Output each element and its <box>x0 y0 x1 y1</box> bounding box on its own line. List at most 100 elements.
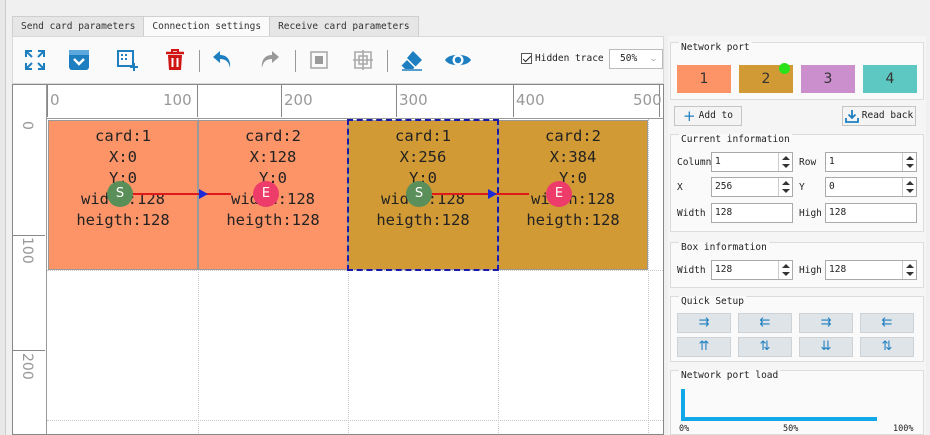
port-4-button[interactable]: 4 <box>863 65 917 93</box>
card-line: card:2 <box>245 127 301 145</box>
quick-setup-button[interactable]: ⇅ <box>860 337 914 357</box>
ruler-tick <box>13 235 45 236</box>
box-high-input[interactable]: 128 <box>825 260 917 280</box>
group-title: Current information <box>679 134 792 145</box>
quick-setup-button[interactable]: ⇅ <box>738 337 792 357</box>
redo-icon[interactable] <box>255 45 283 75</box>
end-marker[interactable]: E <box>253 181 279 207</box>
toolbar: Hidden trace 50% ⌵ <box>12 36 664 84</box>
undo-icon[interactable] <box>209 45 237 75</box>
card-line: card:2 <box>545 127 601 145</box>
fit-screen-icon[interactable] <box>21 45 49 75</box>
connection-line <box>419 193 529 195</box>
active-port-indicator-icon <box>779 63 790 74</box>
hidden-trace-checkbox[interactable]: Hidden trace <box>521 53 604 64</box>
quick-setup-group: Quick Setup ⇉ ⇇ ⇉ ⇇ ⇈ ⇅ ⇊ ⇅ <box>670 296 924 362</box>
ruler-tick <box>281 85 282 117</box>
horizontal-ruler: 0 100 200 300 400 500 <box>13 85 663 119</box>
start-marker[interactable]: S <box>107 181 133 207</box>
add-grid-icon[interactable] <box>113 45 141 75</box>
quick-setup-button[interactable]: ⇉ <box>799 313 853 333</box>
add-to-button[interactable]: + Add to <box>674 106 742 126</box>
eye-icon[interactable] <box>443 45 473 75</box>
box-width-input[interactable]: 128 <box>711 260 793 280</box>
save-icon[interactable] <box>65 45 93 75</box>
spinner-icon[interactable] <box>778 178 792 196</box>
spinner-icon[interactable] <box>778 153 792 171</box>
ruler-label: 500 <box>633 91 662 109</box>
start-marker[interactable]: S <box>406 181 432 207</box>
load-axis <box>681 389 685 419</box>
load-tick-label: 100% <box>893 424 914 434</box>
card-line: X:384 <box>549 148 597 166</box>
checkmark-icon <box>521 53 532 64</box>
zoom-value: 50% <box>620 53 638 64</box>
spinner-icon[interactable] <box>902 153 916 171</box>
card-line: heigth:128 <box>76 211 170 229</box>
add-to-label: Add to <box>698 110 733 121</box>
high-label: High <box>799 208 822 219</box>
high-input[interactable]: 128 <box>825 203 917 223</box>
quick-setup-button[interactable]: ⇉ <box>677 313 731 333</box>
box-high-label: High <box>799 265 822 276</box>
port-3-button[interactable]: 3 <box>801 65 855 93</box>
vertical-ruler: 0 100 200 <box>13 85 47 434</box>
tab-receive-card-parameters[interactable]: Receive card parameters <box>269 16 419 36</box>
tab-connection-settings[interactable]: Connection settings <box>143 16 271 37</box>
row-input[interactable]: 1 <box>825 152 917 172</box>
spinner-icon[interactable] <box>902 178 916 196</box>
network-port-load-group: Network port load 0% 50% 100% <box>670 370 924 435</box>
read-back-button[interactable]: Read back <box>842 106 916 126</box>
column-input[interactable]: 1 <box>711 152 793 172</box>
tab-strip: Send card parameters Connection settings… <box>12 16 419 37</box>
eraser-icon[interactable] <box>397 45 427 75</box>
plus-icon: + <box>683 107 696 125</box>
x-label: X <box>677 182 683 193</box>
tab-send-card-parameters[interactable]: Send card parameters <box>12 16 145 36</box>
x-value: 256 <box>715 181 733 192</box>
receiver-card-box[interactable]: card:2 X:384 Y:0 width:128 heigth:128 <box>498 120 648 270</box>
quick-setup-button[interactable]: ⇇ <box>860 313 914 333</box>
quick-setup-button[interactable]: ⇊ <box>799 337 853 357</box>
group-title: Quick Setup <box>679 296 746 307</box>
grid-line <box>648 119 649 434</box>
current-information-group: Current information Column 1 Row 1 X 256… <box>670 134 924 232</box>
quick-setup-button[interactable]: ⇇ <box>738 313 792 333</box>
toolbar-separator <box>199 50 200 72</box>
zoom-select[interactable]: 50% ⌵ <box>609 49 663 69</box>
ruler-label: 300 <box>399 91 428 109</box>
x-input[interactable]: 256 <box>711 177 793 197</box>
connection-line <box>121 193 231 195</box>
column-value: 1 <box>715 156 721 167</box>
ruler-label: 200 <box>19 353 35 380</box>
row-value: 1 <box>829 156 835 167</box>
delete-icon[interactable] <box>161 45 189 75</box>
quick-setup-button[interactable]: ⇈ <box>677 337 731 357</box>
toolbar-separator <box>295 50 296 72</box>
ruler-tick <box>47 85 48 117</box>
load-tick-label: 0% <box>679 424 690 434</box>
split-icon[interactable] <box>349 45 377 75</box>
box-width-value: 128 <box>715 264 733 275</box>
ruler-tick <box>396 85 397 117</box>
layout-canvas[interactable]: 0 100 200 300 400 500 0 100 200 card:1 X… <box>12 84 664 435</box>
merge-icon[interactable] <box>305 45 333 75</box>
width-label: Width <box>677 208 706 219</box>
y-value: 0 <box>829 181 835 192</box>
column-label: Column <box>677 157 712 168</box>
arrow-head-icon <box>488 189 497 199</box>
ruler-tick <box>197 85 198 117</box>
ruler-tick <box>513 85 514 117</box>
port-1-button[interactable]: 1 <box>677 65 731 93</box>
row-label: Row <box>799 157 817 168</box>
width-input[interactable]: 128 <box>711 203 793 223</box>
y-input[interactable]: 0 <box>825 177 917 197</box>
end-marker[interactable]: E <box>546 181 572 207</box>
card-line: heigth:128 <box>226 211 320 229</box>
ruler-label: 100 <box>163 91 192 109</box>
spinner-icon[interactable] <box>902 261 916 279</box>
card-line: card:1 <box>95 127 151 145</box>
spinner-icon[interactable] <box>778 261 792 279</box>
load-tick-label: 50% <box>783 424 799 434</box>
group-title: Network port <box>679 42 752 53</box>
